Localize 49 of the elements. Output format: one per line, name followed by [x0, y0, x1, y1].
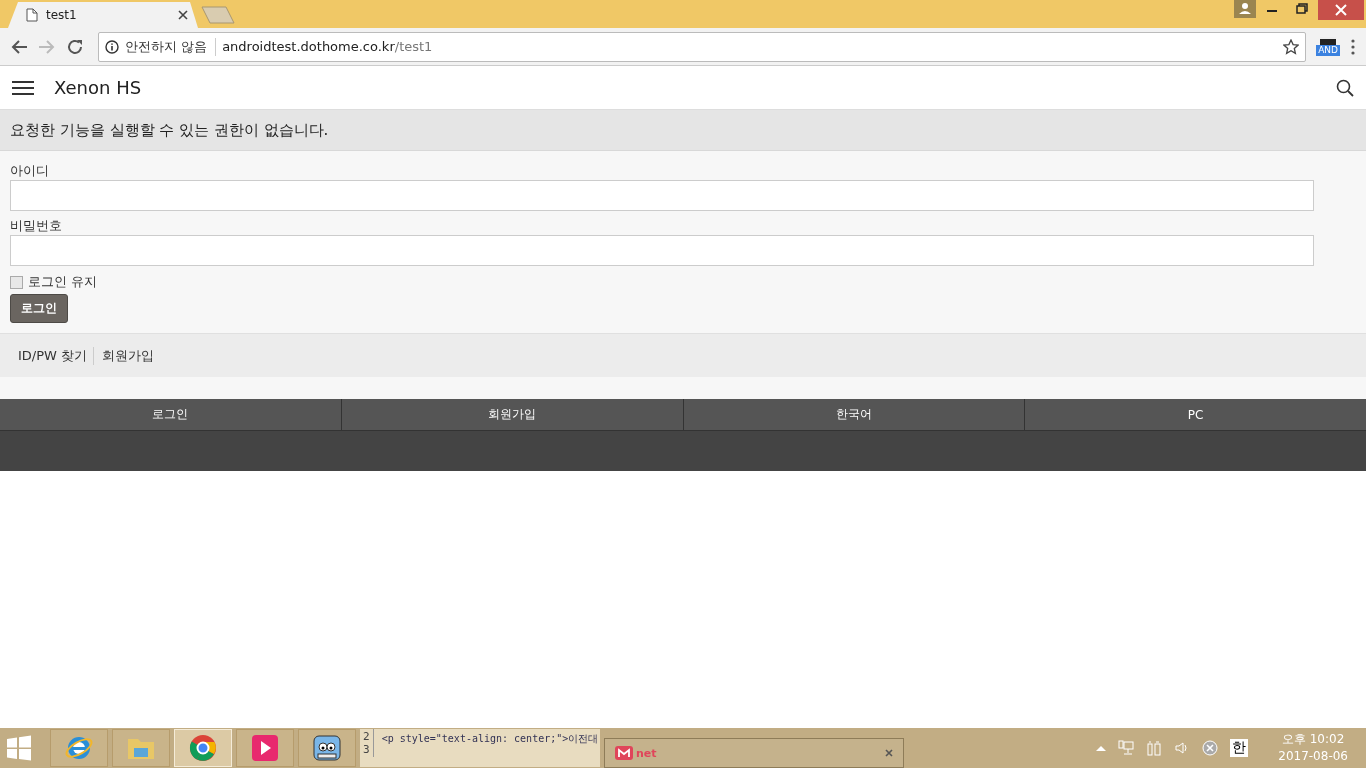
checkbox-label[interactable]: 로그인 유지 [28, 273, 98, 291]
play-icon [250, 733, 280, 763]
footer-menu-item[interactable]: 한국어 [682, 399, 1025, 430]
info-icon [105, 39, 119, 54]
footer-menu-item[interactable]: PC [1024, 399, 1366, 430]
field-label: 아이디 [10, 162, 49, 180]
m-logo-icon [615, 746, 633, 760]
extension-badge: AND [1316, 45, 1340, 56]
alert-message: 요청한 기능을 실행할 수 있는 권한이 없습니다. [0, 110, 1366, 151]
tab-title: test1 [46, 8, 78, 22]
input-field[interactable] [10, 235, 1314, 266]
windows-logo-icon[interactable] [6, 735, 32, 761]
page-icon [26, 8, 38, 22]
code-line: <p style="text-align: center;">이전대 [381, 732, 599, 746]
login-button[interactable]: 로그인 [10, 294, 68, 323]
site-title[interactable]: Xenon HS [54, 77, 142, 98]
extension-button[interactable]: AND [1316, 37, 1340, 56]
link[interactable]: 회원가입 [93, 346, 161, 365]
taskbar-button[interactable] [298, 729, 356, 767]
line-number: 3 [363, 743, 370, 756]
line-number: 2 [363, 730, 370, 743]
back-icon[interactable] [10, 38, 28, 55]
user-icon[interactable] [1234, 0, 1256, 18]
close-icon[interactable] [1318, 0, 1364, 20]
input-field[interactable] [10, 180, 1314, 211]
robot-face-icon [312, 733, 342, 763]
up-arrow-icon[interactable] [1096, 745, 1107, 751]
url-text: androidtest.dothome.co.kr/test1 [222, 39, 433, 54]
cancel-circle-icon[interactable] [1202, 740, 1219, 756]
search-icon[interactable] [1336, 78, 1354, 97]
menu-icon[interactable] [12, 79, 34, 96]
security-label: 안전하지 않음 [125, 37, 217, 56]
footer-menu-item[interactable]: 로그인 [0, 399, 341, 430]
more-icon[interactable] [1350, 38, 1356, 55]
ime-indicator[interactable]: 한 [1230, 739, 1249, 757]
footer-menu-item[interactable]: 회원가입 [340, 399, 683, 430]
browser-tab[interactable]: test1 [8, 2, 198, 28]
star-icon[interactable] [1283, 38, 1300, 55]
checkbox[interactable] [10, 275, 23, 289]
address-bar[interactable]: 안전하지 않음 androidtest.dothome.co.kr/test1 [98, 31, 1307, 62]
close-icon[interactable] [885, 749, 893, 757]
popup-title: net [636, 746, 657, 760]
chrome-icon [188, 733, 218, 763]
taskbar-button[interactable] [50, 729, 108, 767]
field-label: 비밀번호 [10, 217, 62, 235]
reload-icon[interactable] [66, 37, 84, 56]
taskbar-button[interactable] [236, 729, 294, 767]
link[interactable]: ID/PW 찾기 [12, 346, 94, 365]
close-icon[interactable] [178, 10, 188, 20]
